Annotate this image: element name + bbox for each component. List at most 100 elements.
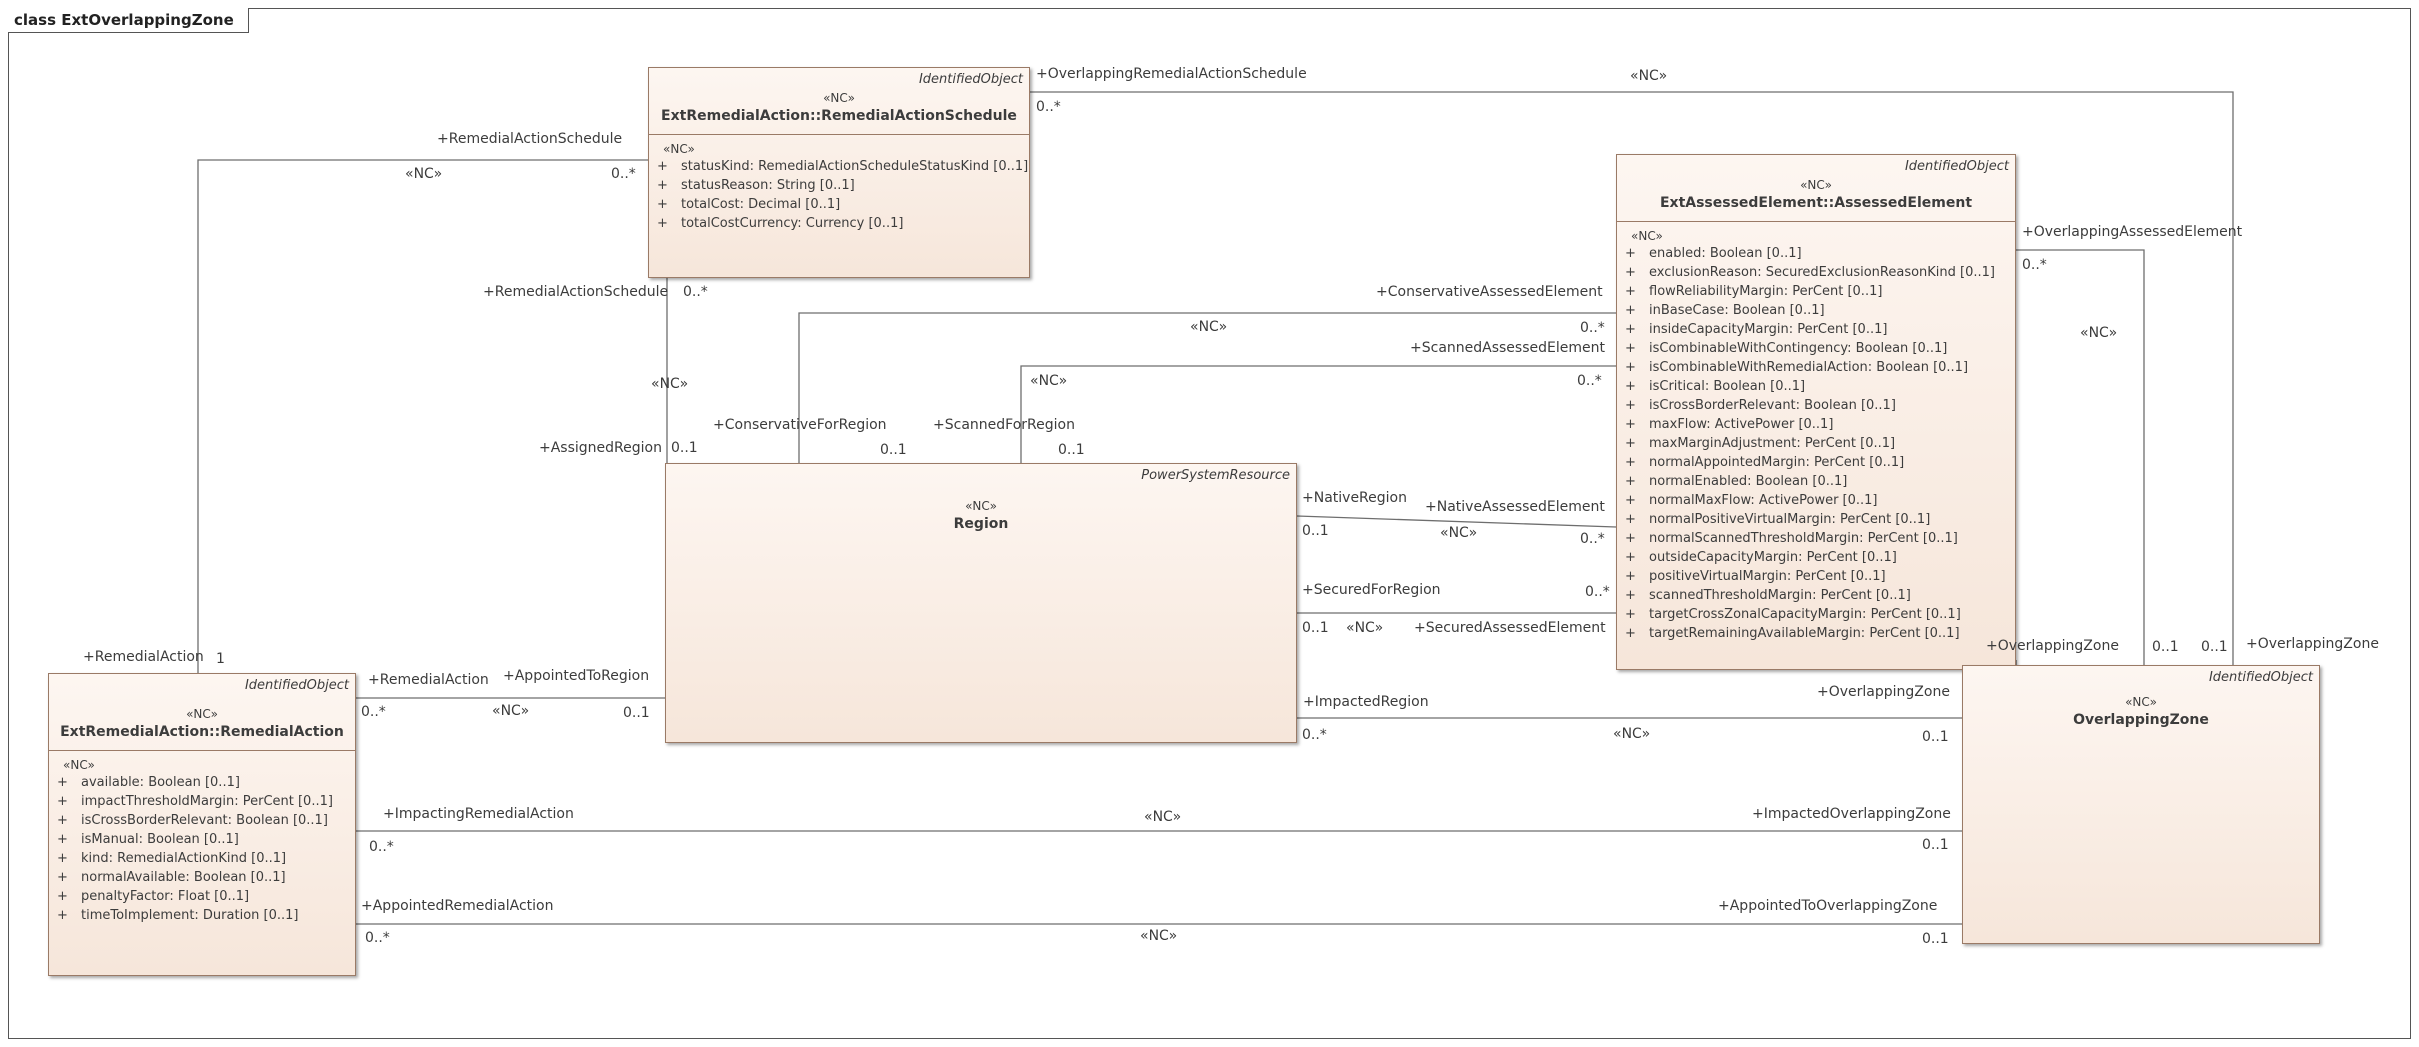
multiplicity-label: 0..* xyxy=(1580,320,1605,336)
stereotype-label: «NC» xyxy=(1613,726,1651,742)
visibility-marker: + xyxy=(1625,569,1636,584)
class-attribute: + isCritical: Boolean [0..1] xyxy=(1617,377,2015,396)
visibility-marker: + xyxy=(57,794,68,809)
class-tag: IdentifiedObject xyxy=(2208,670,2313,685)
visibility-marker: + xyxy=(1625,455,1636,470)
multiplicity-label: 0..1 xyxy=(671,440,698,456)
attribute-text: maxFlow: ActivePower [0..1] xyxy=(1649,417,1834,432)
role-label: +ConservativeAssessedElement xyxy=(1376,284,1603,300)
stereotype-label: «NC» xyxy=(2080,325,2118,341)
multiplicity-label: 1 xyxy=(216,651,225,667)
visibility-marker: + xyxy=(1625,474,1636,489)
role-label: +NativeAssessedElement xyxy=(1425,499,1605,515)
visibility-marker: + xyxy=(57,775,68,790)
class-stereotype: «NC» xyxy=(2125,695,2157,709)
visibility-marker: + xyxy=(657,216,668,231)
class-stereotype: «NC» xyxy=(186,707,218,721)
attributes-stereotype: «NC» xyxy=(63,758,95,772)
compartment-divider xyxy=(49,750,355,751)
class-attribute: + flowReliabilityMargin: PerCent [0..1] xyxy=(1617,282,2015,301)
visibility-marker: + xyxy=(1625,512,1636,527)
attribute-text: exclusionReason: SecuredExclusionReasonK… xyxy=(1649,265,1995,280)
attribute-text: isCombinableWithRemedialAction: Boolean … xyxy=(1649,360,1969,375)
multiplicity-label: 0..* xyxy=(1036,99,1061,115)
visibility-marker: + xyxy=(657,197,668,212)
class-attribute: + isCrossBorderRelevant: Boolean [0..1] xyxy=(1617,396,2015,415)
multiplicity-label: 0..* xyxy=(1302,727,1327,743)
compartment-divider xyxy=(1617,221,2015,222)
class-remedial-action[interactable]: IdentifiedObject «NC» ExtRemedialAction:… xyxy=(48,673,356,976)
attribute-text: isManual: Boolean [0..1] xyxy=(81,832,239,847)
multiplicity-label: 0..* xyxy=(1585,584,1610,600)
attribute-text: normalEnabled: Boolean [0..1] xyxy=(1649,474,1848,489)
class-tag: IdentifiedObject xyxy=(918,72,1023,87)
visibility-marker: + xyxy=(57,832,68,847)
class-remedial-action-schedule[interactable]: IdentifiedObject «NC» ExtRemedialAction:… xyxy=(648,67,1030,278)
stereotype-label: «NC» xyxy=(1140,928,1178,944)
class-attribute: + outsideCapacityMargin: PerCent [0..1] xyxy=(1617,548,2015,567)
class-attribute: + available: Boolean [0..1] xyxy=(49,773,355,792)
multiplicity-label: 0..* xyxy=(369,839,394,855)
class-stereotype: «NC» xyxy=(965,499,997,513)
attribute-text: normalMaxFlow: ActivePower [0..1] xyxy=(1649,493,1878,508)
visibility-marker: + xyxy=(1625,265,1636,280)
class-name: ExtRemedialAction::RemedialAction xyxy=(60,724,344,740)
multiplicity-label: 0..* xyxy=(1580,531,1605,547)
visibility-marker: + xyxy=(1625,607,1636,622)
class-attribute: + normalScannedThresholdMargin: PerCent [… xyxy=(1617,529,2015,548)
role-label: +ImpactedOverlappingZone xyxy=(1752,806,1951,822)
visibility-marker: + xyxy=(1625,398,1636,413)
class-attribute: + isCrossBorderRelevant: Boolean [0..1] xyxy=(49,811,355,830)
visibility-marker: + xyxy=(1625,626,1636,641)
class-attribute: + normalAvailable: Boolean [0..1] xyxy=(49,868,355,887)
class-region[interactable]: PowerSystemResource «NC» Region xyxy=(665,463,1297,743)
multiplicity-label: 0..1 xyxy=(1302,523,1329,539)
class-attribute: + normalAppointedMargin: PerCent [0..1] xyxy=(1617,453,2015,472)
multiplicity-label: 0..1 xyxy=(1302,620,1329,636)
attributes-stereotype: «NC» xyxy=(1631,229,1663,243)
attribute-text: isCrossBorderRelevant: Boolean [0..1] xyxy=(1649,398,1896,413)
class-attribute: + timeToImplement: Duration [0..1] xyxy=(49,906,355,925)
visibility-marker: + xyxy=(1625,360,1636,375)
role-label: +AppointedToOverlappingZone xyxy=(1718,898,1938,914)
stereotype-label: «NC» xyxy=(1144,809,1182,825)
attribute-text: impactThresholdMargin: PerCent [0..1] xyxy=(81,794,333,809)
class-stereotype: «NC» xyxy=(823,91,855,105)
role-label: +ScannedForRegion xyxy=(933,417,1075,433)
role-label: +AppointedToRegion xyxy=(503,668,650,684)
class-overlapping-zone[interactable]: IdentifiedObject «NC» OverlappingZone xyxy=(1962,665,2320,944)
class-attribute: + kind: RemedialActionKind [0..1] xyxy=(49,849,355,868)
class-name: OverlappingZone xyxy=(2073,712,2209,728)
attribute-text: available: Boolean [0..1] xyxy=(81,775,240,790)
class-attribute: + scannedThresholdMargin: PerCent [0..1] xyxy=(1617,586,2015,605)
stereotype-label: «NC» xyxy=(1190,319,1228,335)
attribute-text: timeToImplement: Duration [0..1] xyxy=(81,908,299,923)
stereotype-label: «NC» xyxy=(1346,620,1384,636)
visibility-marker: + xyxy=(1625,322,1636,337)
role-label: +OverlappingRemedialActionSchedule xyxy=(1036,66,1307,82)
role-label: +ImpactedRegion xyxy=(1303,694,1429,710)
stereotype-label: «NC» xyxy=(405,166,443,182)
class-assessed-element[interactable]: IdentifiedObject «NC» ExtAssessedElement… xyxy=(1616,154,2016,670)
role-label: +NativeRegion xyxy=(1302,490,1407,506)
attribute-text: scannedThresholdMargin: PerCent [0..1] xyxy=(1649,588,1911,603)
class-tag: IdentifiedObject xyxy=(1904,159,2009,174)
class-attribute: + isCombinableWithRemedialAction: Boolean… xyxy=(1617,358,2015,377)
visibility-marker: + xyxy=(1625,531,1636,546)
attribute-list: + enabled: Boolean [0..1] + exclusionReason… xyxy=(1617,244,2015,643)
diagram-canvas: class ExtOverlappingZone IdentifiedObjec… xyxy=(0,0,2419,1047)
visibility-marker: + xyxy=(1625,550,1636,565)
class-name: ExtAssessedElement::AssessedElement xyxy=(1659,195,1973,211)
attribute-text: normalAvailable: Boolean [0..1] xyxy=(81,870,286,885)
stereotype-label: «NC» xyxy=(651,376,689,392)
role-label: +ImpactingRemedialAction xyxy=(383,806,574,822)
visibility-marker: + xyxy=(57,908,68,923)
class-attribute: + isManual: Boolean [0..1] xyxy=(49,830,355,849)
stereotype-label: «NC» xyxy=(1440,525,1478,541)
attribute-text: targetCrossZonalCapacityMargin: PerCent … xyxy=(1649,607,1961,622)
attribute-text: outsideCapacityMargin: PerCent [0..1] xyxy=(1649,550,1897,565)
attribute-text: totalCost: Decimal [0..1] xyxy=(681,197,841,212)
class-attribute: + insideCapacityMargin: PerCent [0..1] xyxy=(1617,320,2015,339)
multiplicity-label: 0..* xyxy=(361,704,386,720)
multiplicity-label: 0..1 xyxy=(1922,729,1949,745)
